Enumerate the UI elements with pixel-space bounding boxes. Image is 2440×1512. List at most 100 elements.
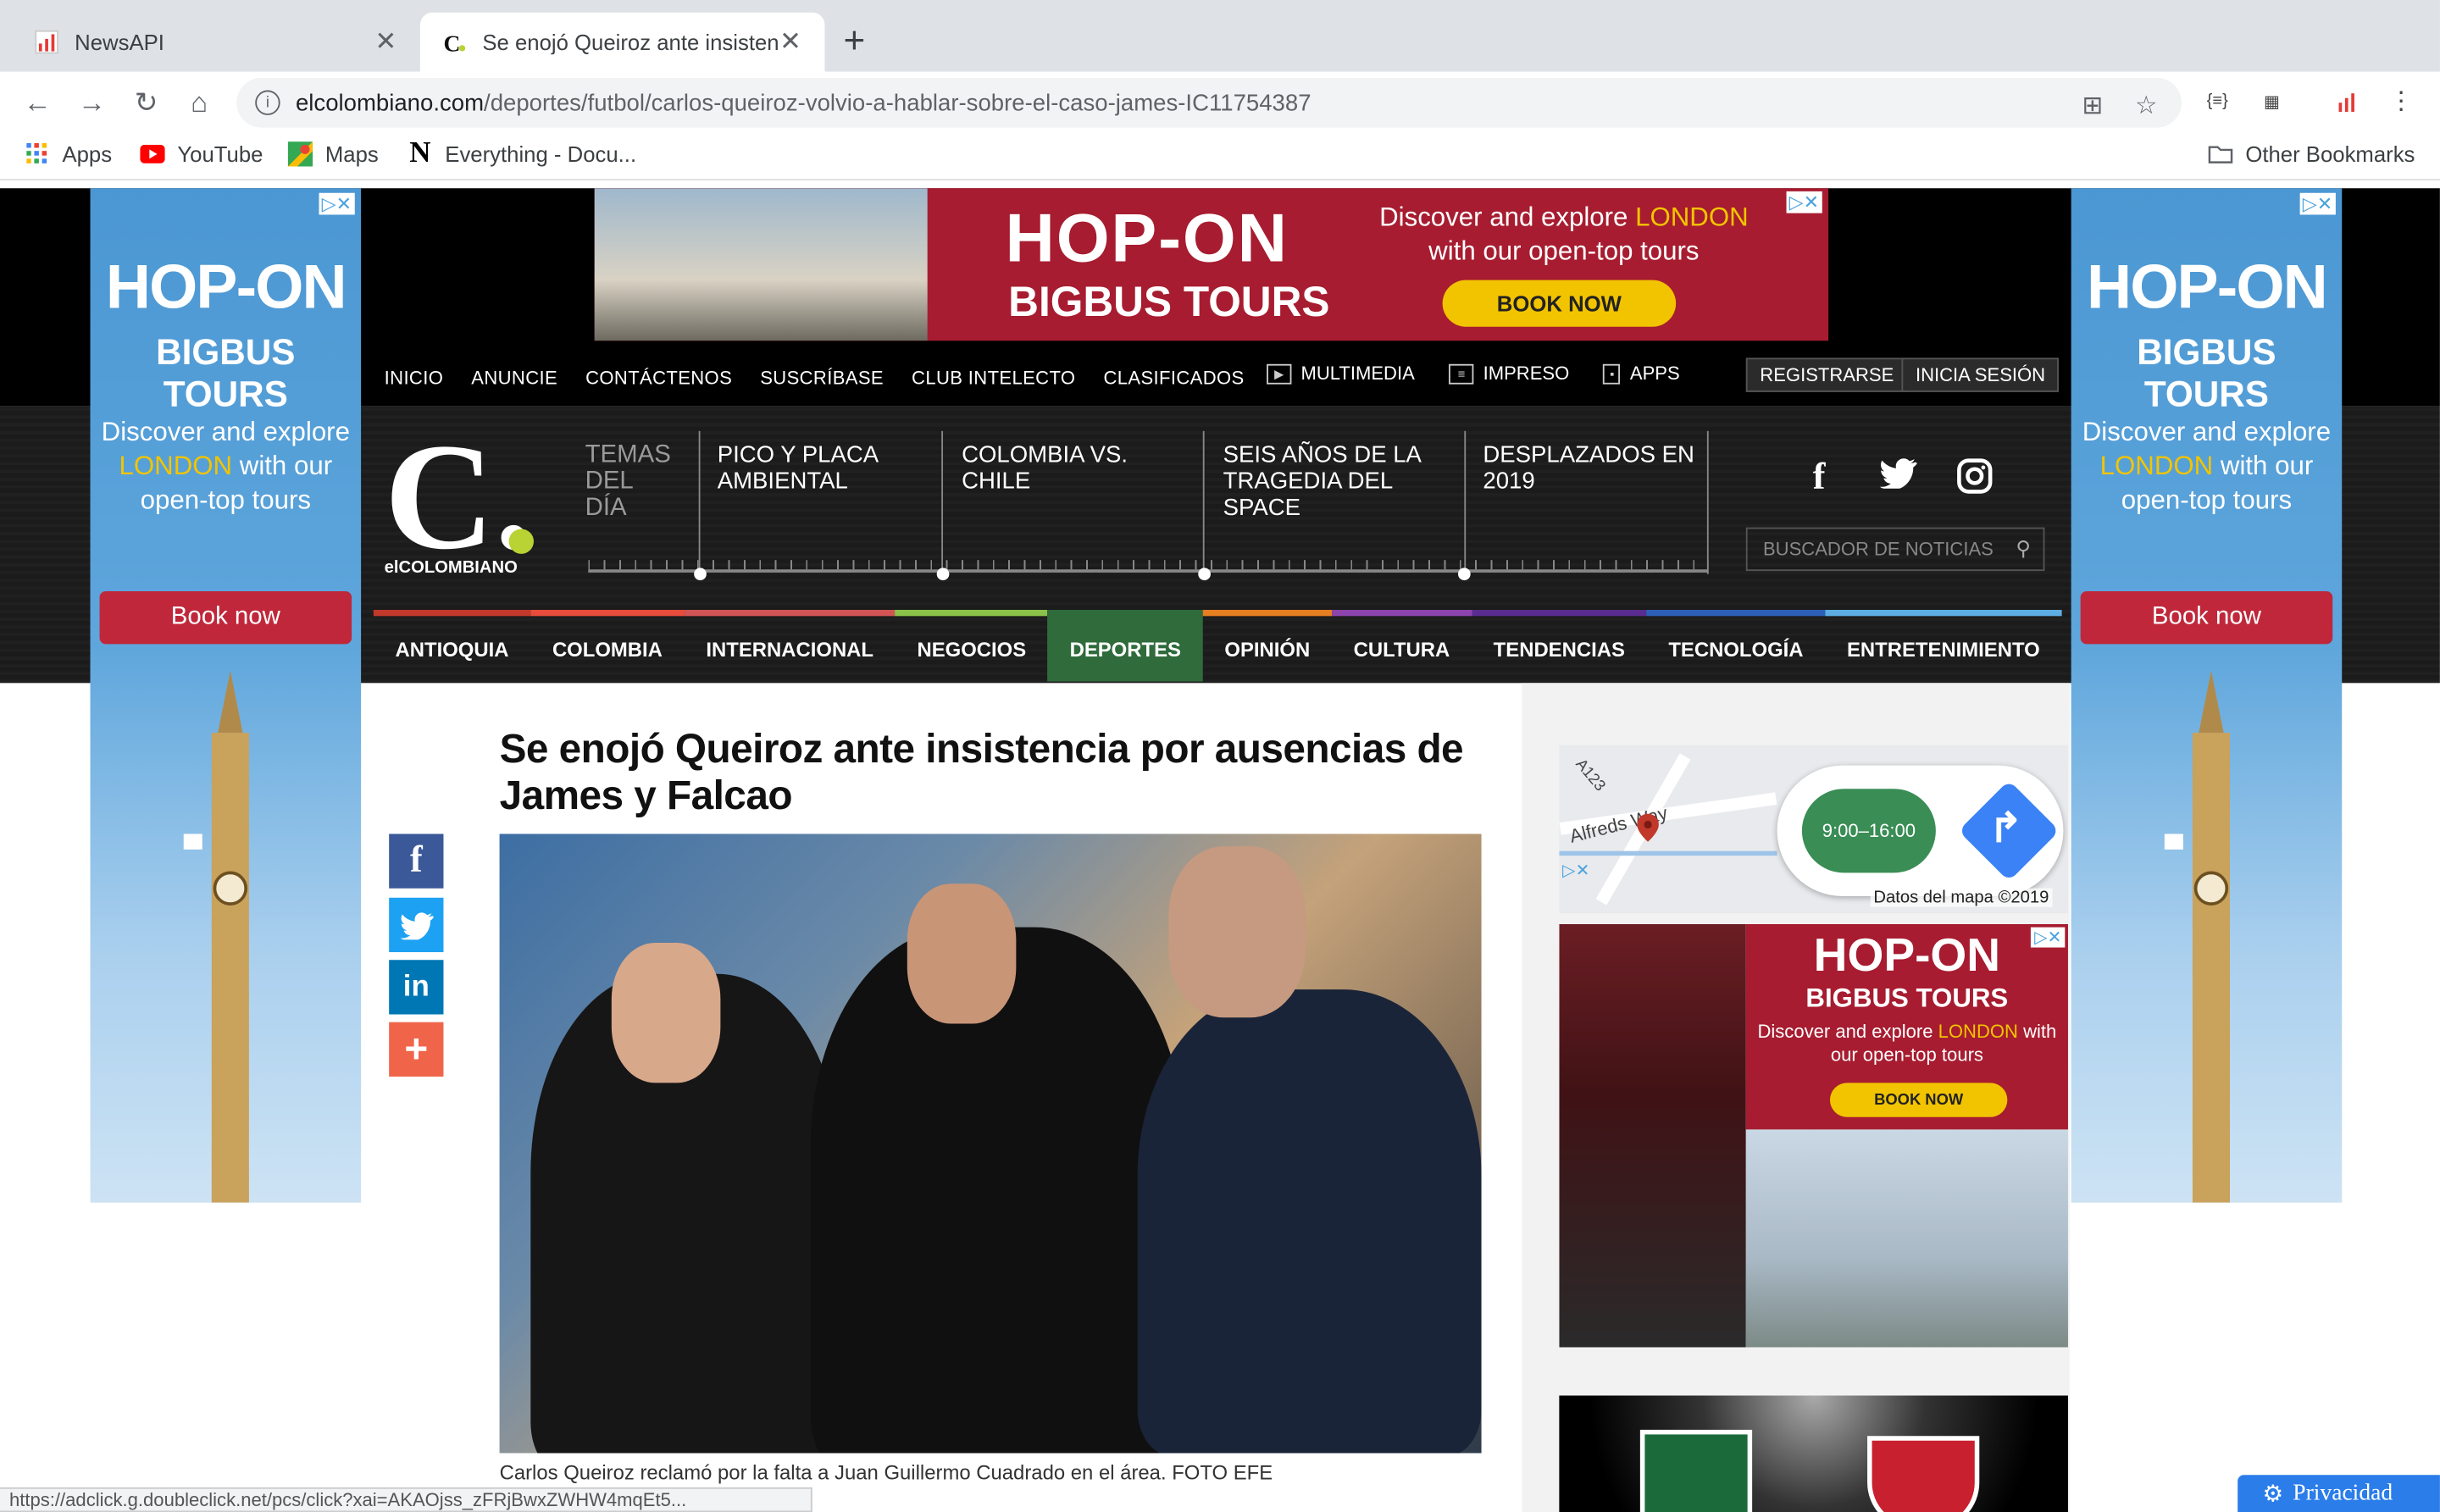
- topic-divider: [1464, 430, 1467, 574]
- json-extension-icon[interactable]: {≡}: [2204, 87, 2232, 115]
- tab-title: NewsAPI: [75, 29, 164, 55]
- tab-strip: NewsAPI ✕ C Se enojó Queiroz ante insist…: [0, 0, 2440, 72]
- map-water: [1559, 850, 1777, 856]
- article-photo[interactable]: [499, 834, 1482, 1454]
- address-bar[interactable]: i elcolombiano.com/deportes/futbol/carlo…: [236, 77, 2182, 128]
- linkedin-icon[interactable]: in: [389, 960, 444, 1015]
- ad-bus-photo: [594, 188, 928, 341]
- newsapi-extension-icon[interactable]: [2334, 87, 2362, 115]
- nav-anuncie[interactable]: ANUNCIE: [471, 367, 557, 389]
- section-tecnologia[interactable]: TECNOLOGÍA: [1646, 609, 1826, 681]
- ad-headline: HOP-ON: [2087, 253, 2328, 323]
- nav-clasificados[interactable]: CLASIFICADOS: [1103, 367, 1244, 389]
- topic-desplazados[interactable]: DESPLAZADOS EN 2019: [1483, 442, 1700, 495]
- topics-timeline: [588, 551, 1709, 573]
- section-tendencias[interactable]: TENDENCIAS: [1471, 609, 1647, 681]
- back-icon[interactable]: ←: [19, 84, 56, 121]
- tab-newsapi[interactable]: NewsAPI ✕: [13, 13, 420, 72]
- ad-book-now-button[interactable]: Book now: [99, 590, 352, 645]
- top-leaderboard-ad[interactable]: ▷✕ HOP-ON BIGBUS TOURS Discover and expl…: [594, 188, 1829, 341]
- bookmark-label: Everything - Docu...: [445, 141, 637, 167]
- directions-arrow-icon: ↱: [1988, 804, 2023, 851]
- ad-brand: BIGBUS TOURS: [1805, 983, 2009, 1013]
- football-teams-ad[interactable]: [1559, 1395, 2068, 1512]
- nav-club-intelecto[interactable]: CLUB INTELECTO: [912, 367, 1075, 389]
- section-cultura[interactable]: CULTURA: [1331, 609, 1472, 681]
- reload-icon[interactable]: ↻: [128, 84, 165, 121]
- nav-multimedia[interactable]: ▶ MULTIMEDIA: [1267, 363, 1415, 385]
- menu-icon[interactable]: ⋮: [2387, 87, 2415, 115]
- nav-apps[interactable]: ▪ APPS: [1603, 363, 1680, 385]
- login-button[interactable]: INICIA SESIÓN: [1901, 357, 2060, 392]
- ad-book-now-button[interactable]: Book now: [2080, 590, 2333, 645]
- ad-choices-icon[interactable]: ▷✕: [318, 192, 355, 215]
- section-internacional[interactable]: INTERNACIONAL: [684, 609, 896, 681]
- opening-hours-badge[interactable]: 9:00–16:00: [1801, 789, 1936, 873]
- right-skyscraper-ad[interactable]: ▷✕ HOP-ON BIGBUS TOURS Discover and expl…: [2071, 188, 2343, 1203]
- home-icon[interactable]: ⌂: [180, 84, 218, 121]
- twitter-icon[interactable]: [1879, 457, 1917, 498]
- forward-icon[interactable]: →: [73, 84, 110, 121]
- twitter-icon[interactable]: [389, 897, 444, 953]
- ad-choices-icon[interactable]: ▷✕: [1562, 861, 1589, 883]
- close-tab-icon[interactable]: ✕: [778, 26, 802, 58]
- bookmark-youtube[interactable]: YouTube: [140, 141, 263, 167]
- section-opinion[interactable]: OPINIÓN: [1202, 609, 1332, 681]
- maps-icon: [287, 141, 313, 167]
- facebook-icon[interactable]: f: [389, 834, 444, 889]
- topic-colombia-chile[interactable]: COLOMBIA VS. CHILE: [962, 442, 1195, 495]
- logo-dot: [508, 529, 534, 554]
- tab-elcolombiano[interactable]: C Se enojó Queiroz ante insistencia ✕: [419, 12, 825, 72]
- youtube-icon: [140, 141, 165, 166]
- section-deportes[interactable]: DEPORTES: [1047, 609, 1203, 682]
- topic-divider: [1202, 430, 1205, 574]
- privacy-label: Privacidad: [2293, 1480, 2393, 1506]
- section-antioquia[interactable]: ANTIOQUIA: [373, 609, 531, 681]
- ad-brand: BIGBUS TOURS: [1008, 278, 1330, 325]
- new-tab-button[interactable]: +: [843, 20, 865, 64]
- privacy-button[interactable]: ⚙ Privacidad: [2238, 1475, 2440, 1512]
- elcolombiano-favicon-icon: C: [443, 30, 466, 54]
- bookmark-maps[interactable]: Maps: [287, 141, 379, 167]
- extension-icon[interactable]: ▦: [2258, 87, 2286, 115]
- article-headline: Se enojó Queiroz ante insistencia por au…: [499, 724, 1464, 819]
- ad-choices-icon[interactable]: ▷✕: [1785, 191, 1822, 213]
- nav-inicio[interactable]: INICIO: [385, 367, 444, 389]
- section-entretenimiento[interactable]: ENTRETENIMIENTO: [1825, 609, 2062, 681]
- plus-icon[interactable]: +: [389, 1022, 444, 1077]
- register-button[interactable]: REGISTRARSE: [1745, 357, 1908, 392]
- big-ben-illustration: [2164, 670, 2230, 1203]
- left-skyscraper-ad[interactable]: ▷✕ HOP-ON BIGBUS TOURS Discover and expl…: [90, 188, 362, 1203]
- newsapi-favicon-icon: [35, 30, 58, 54]
- ad-book-now-button[interactable]: BOOK NOW: [1442, 280, 1677, 327]
- instagram-icon[interactable]: [1956, 457, 1994, 504]
- bookmark-everything[interactable]: N Everything - Docu...: [408, 137, 637, 170]
- ad-brand: BIGBUS TOURS: [2137, 331, 2276, 414]
- timeline-dot: [1198, 568, 1211, 581]
- temas-label: TEMAS DEL DÍA: [585, 441, 671, 522]
- ad-book-now-button[interactable]: BOOK NOW: [1829, 1083, 2008, 1117]
- section-negocios[interactable]: NEGOCIOS: [895, 609, 1048, 681]
- section-nav: ANTIOQUIA COLOMBIA INTERNACIONAL NEGOCIO…: [373, 609, 2062, 682]
- news-search-input[interactable]: BUSCADOR DE NOTICIAS ⚲: [1745, 527, 2045, 572]
- nav-suscribase[interactable]: SUSCRÍBASE: [760, 367, 884, 389]
- close-tab-icon[interactable]: ✕: [374, 26, 398, 58]
- site-info-icon[interactable]: i: [255, 90, 280, 115]
- facebook-icon[interactable]: f: [1813, 457, 1826, 500]
- topic-tragedia-space[interactable]: SEIS AÑOS DE LA TRAGEDIA DEL SPACE: [1223, 442, 1457, 522]
- search-icon[interactable]: ⚲: [2016, 537, 2031, 562]
- topic-pico-y-placa[interactable]: PICO Y PLACA AMBIENTAL: [718, 442, 951, 495]
- nav-impreso[interactable]: ≡ IMPRESO: [1449, 363, 1569, 385]
- bookmark-apps[interactable]: Apps: [25, 141, 112, 167]
- site-logo[interactable]: C. elCOLOMBIANO: [385, 414, 541, 582]
- ad-choices-icon[interactable]: ▷✕: [2299, 192, 2336, 215]
- bookmark-star-icon[interactable]: ☆: [2135, 91, 2157, 122]
- translate-icon[interactable]: ⊞: [2082, 91, 2104, 122]
- section-colombia[interactable]: COLOMBIA: [530, 609, 685, 681]
- tab-title: Se enojó Queiroz ante insistencia: [482, 29, 779, 55]
- nav-contactenos[interactable]: CONTÁCTENOS: [585, 367, 732, 389]
- other-bookmarks[interactable]: Other Bookmarks: [2208, 141, 2415, 167]
- url-path: /deportes/futbol/carlos-queiroz-volvio-a…: [484, 89, 1312, 116]
- map-ad[interactable]: A123 Alfreds Way 9:00–16:00 ↱ ▷✕ Datos d…: [1559, 745, 2068, 914]
- sidebar-box-ad[interactable]: ▷✕ HOP-ON BIGBUS TOURS Discover and expl…: [1559, 923, 2068, 1348]
